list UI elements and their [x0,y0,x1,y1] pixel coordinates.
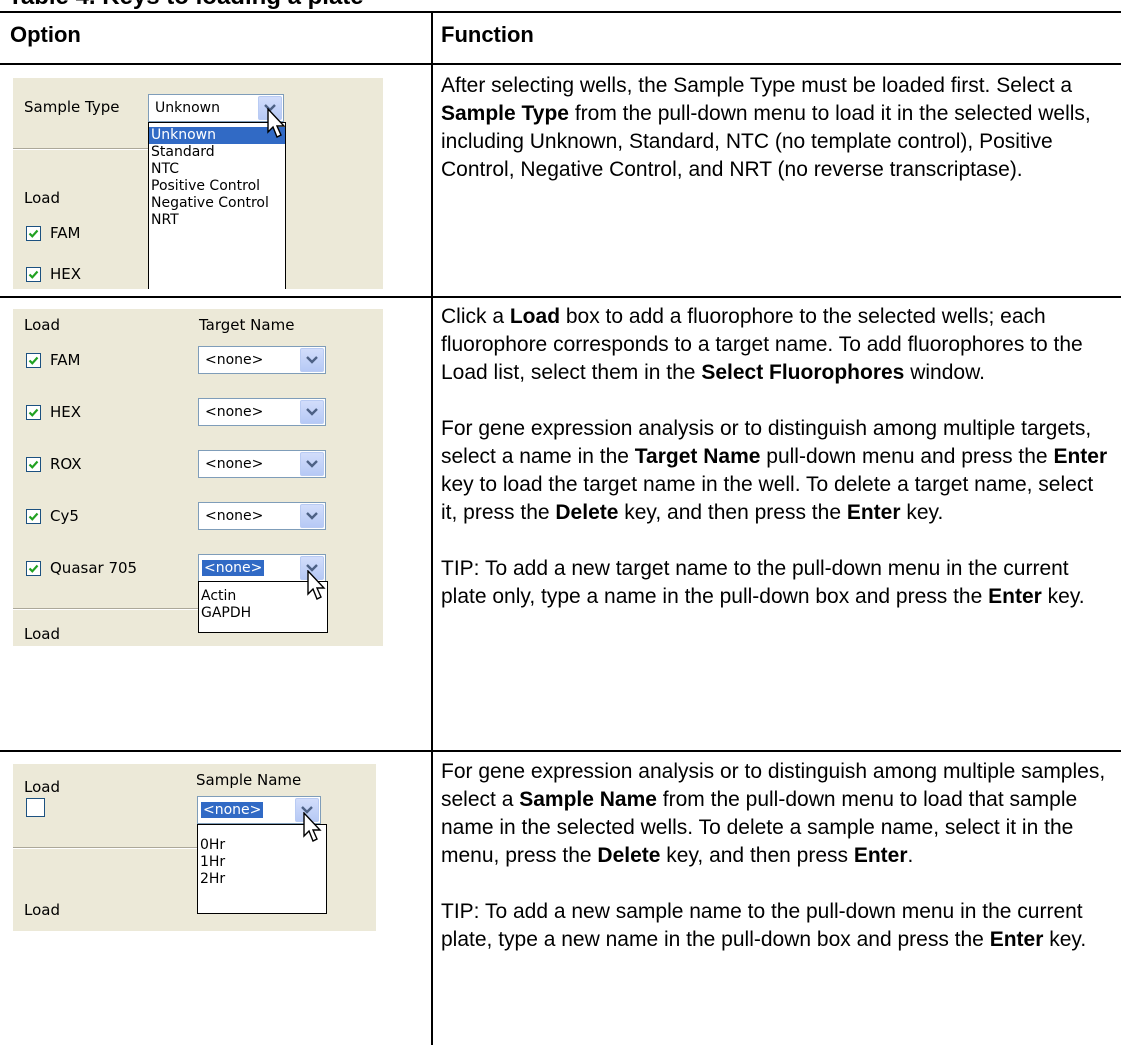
separator [13,608,198,610]
sample-name-screenshot: Load Sample Name <none> Load 0Hr 1Hr 2Hr [13,764,376,931]
dropdown-item[interactable]: Positive Control [149,178,285,195]
dropdown-item[interactable]: Unknown [149,127,285,144]
combo-value-selected: <none> [202,560,265,576]
quasar705-label: Quasar 705 [50,559,138,577]
row2-function-text: Click a Load box to add a fluorophore to… [441,303,1111,611]
row3-function-text: For gene expression analysis or to disti… [441,758,1111,954]
row2-rule [0,750,1121,752]
header-option: Option [10,22,81,47]
rox-target-combo[interactable]: <none> [198,450,326,478]
row1-function-text: After selecting wells, the Sample Type m… [441,72,1111,184]
dropdown-item[interactable]: NTC [149,161,285,178]
separator [13,148,148,150]
sample-type-screenshot: Sample Type Unknown Load FAM HEX Unknown… [13,78,383,289]
load-label: Load [24,778,60,796]
dropdown-item[interactable]: NRT [149,212,285,229]
mouse-pointer-icon [307,570,326,600]
row3-paragraph-1: For gene expression analysis or to disti… [441,760,1106,867]
load-label: Load [24,189,60,207]
combo-value: <none> [205,456,264,472]
row2-paragraph-1: Click a Load box to add a fluorophore to… [441,305,1083,384]
dropdown-arrow-icon[interactable] [300,504,324,528]
sample-type-combo[interactable]: Unknown [148,94,284,122]
combo-value: <none> [205,404,264,420]
row2-paragraph-2: For gene expression analysis or to disti… [441,417,1108,524]
hex-target-combo[interactable]: <none> [198,398,326,426]
fam-label: FAM [50,351,81,369]
mouse-pointer-icon [267,108,286,138]
rox-label: ROX [50,455,82,473]
cy5-target-combo[interactable]: <none> [198,502,326,530]
row2-tip: TIP: To add a new target name to the pul… [441,557,1085,608]
target-name-label: Target Name [199,316,295,334]
dropdown-item[interactable]: Negative Control [149,195,285,212]
dropdown-arrow-icon[interactable] [300,400,324,424]
dropdown-arrow-icon[interactable] [300,348,324,372]
fam-target-combo[interactable]: <none> [198,346,326,374]
loading-plate-table: Table 4. Keys to loading a plate Option … [0,0,1121,1045]
dropdown-arrow-icon[interactable] [300,452,324,476]
table-top-rule [0,11,1121,13]
row1-rule [0,296,1121,298]
table-caption: Table 4. Keys to loading a plate [8,0,364,11]
target-name-screenshot: Load Target Name FAM <none> HEX <none> R… [13,309,383,646]
quasar705-checkbox[interactable] [26,561,41,576]
dropdown-item[interactable]: Standard [149,144,285,161]
fam-label: FAM [50,224,81,242]
cy5-checkbox[interactable] [26,509,41,524]
sample-type-label: Sample Type [24,98,120,116]
bottom-load-label: Load [24,625,60,643]
row1-paragraph: After selecting wells, the Sample Type m… [441,74,1091,181]
load-checkbox-unchecked[interactable] [26,798,45,817]
fam-checkbox[interactable] [26,226,41,241]
load-label: Load [24,316,60,334]
combo-value: <none> [205,352,264,368]
fam-checkbox[interactable] [26,353,41,368]
hex-label: HEX [50,265,82,283]
rox-checkbox[interactable] [26,457,41,472]
bottom-load-label: Load [24,901,60,919]
dropdown-item[interactable]: GAPDH [199,605,327,622]
hex-label: HEX [50,403,82,421]
dropdown-item[interactable]: 1Hr [198,854,326,871]
combo-value: <none> [205,508,264,524]
sample-type-dropdown-list: Unknown Standard NTC Positive Control Ne… [148,122,286,289]
cy5-label: Cy5 [50,507,79,525]
mouse-pointer-icon [303,812,322,842]
sample-name-label: Sample Name [196,771,302,789]
header-rule [0,63,1121,65]
column-divider [431,11,433,1045]
separator [13,847,197,849]
hex-checkbox[interactable] [26,267,41,282]
dropdown-item[interactable]: 2Hr [198,871,326,888]
sample-type-combo-value: Unknown [155,100,220,116]
combo-value-selected: <none> [201,802,264,818]
row3-tip: TIP: To add a new sample name to the pul… [441,900,1087,951]
header-function: Function [441,22,534,47]
hex-checkbox[interactable] [26,405,41,420]
